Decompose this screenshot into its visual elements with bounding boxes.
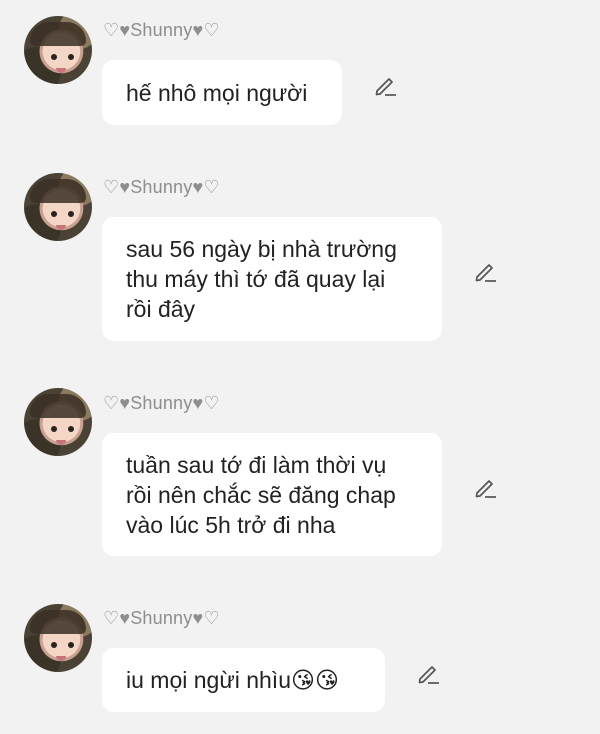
pencil-icon[interactable] bbox=[472, 474, 498, 500]
pencil-icon[interactable] bbox=[472, 258, 498, 284]
avatar[interactable] bbox=[24, 604, 92, 672]
avatar[interactable] bbox=[24, 16, 92, 84]
message-text: sau 56 ngày bị nhà trường thu máy thì tớ… bbox=[126, 236, 397, 322]
message-bubble: hế nhô mọi người bbox=[102, 60, 342, 125]
author-name: ♡♥Shunny♥♡ bbox=[103, 393, 220, 413]
message-text: tuần sau tớ đi làm thời vụ rồi nên chắc … bbox=[126, 451, 396, 538]
pencil-icon[interactable] bbox=[415, 660, 441, 686]
message-bubble: iu mọi ngừi nhìu😘😘 bbox=[102, 648, 385, 712]
message-text: iu mọi ngừi nhìu😘😘 bbox=[126, 667, 339, 693]
author-name: ♡♥Shunny♥♡ bbox=[103, 20, 220, 40]
message-bubble: sau 56 ngày bị nhà trường thu máy thì tớ… bbox=[102, 217, 442, 341]
avatar[interactable] bbox=[24, 388, 92, 456]
author-name: ♡♥Shunny♥♡ bbox=[103, 608, 220, 628]
avatar[interactable] bbox=[24, 173, 92, 241]
pencil-icon[interactable] bbox=[372, 72, 398, 98]
message-text: hế nhô mọi người bbox=[126, 79, 308, 106]
author-name: ♡♥Shunny♥♡ bbox=[103, 177, 220, 197]
message-bubble: tuần sau tớ đi làm thời vụ rồi nên chắc … bbox=[102, 433, 442, 556]
